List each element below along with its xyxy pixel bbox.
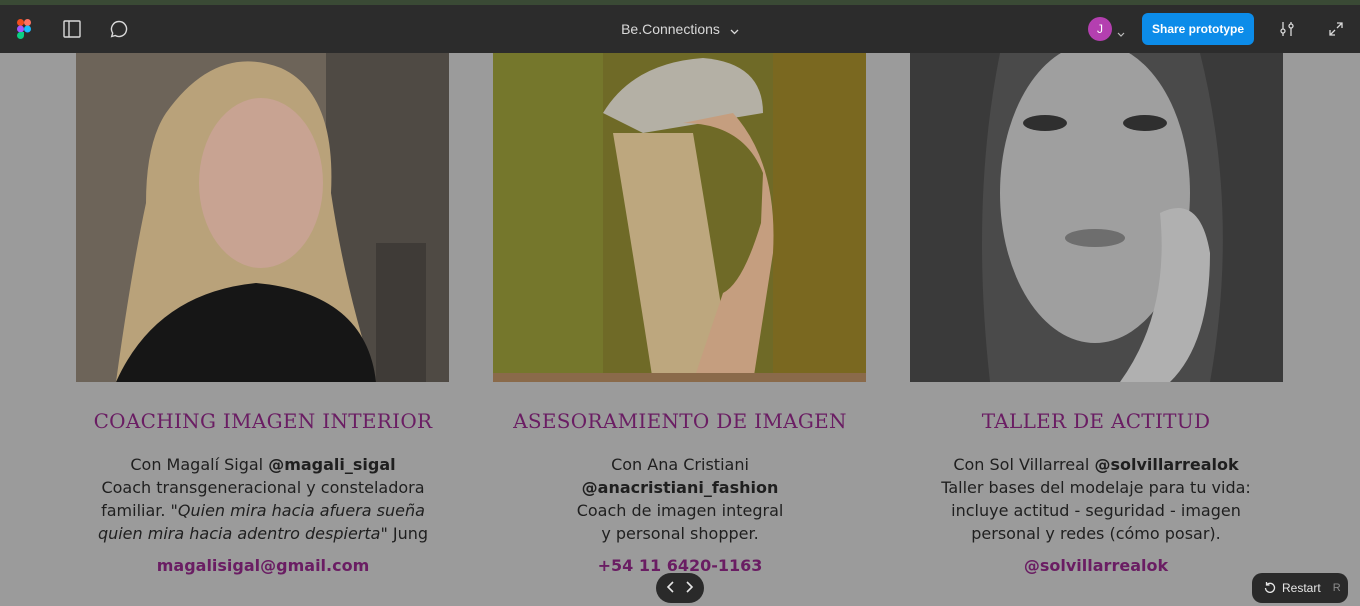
chevron-down-icon[interactable] (1117, 23, 1125, 42)
figma-logo-icon[interactable] (12, 17, 36, 41)
body-text: Con Magalí Sigal (130, 455, 269, 474)
body-text: familiar. (101, 501, 171, 520)
quote-text: quien mira hacia adentro despierta" (97, 524, 388, 543)
email-link[interactable]: magalisigal@gmail.com (53, 556, 473, 575)
body-text: Con Sol Villarreal (953, 455, 1095, 474)
restart-shortcut-key: R (1332, 582, 1341, 594)
restart-button[interactable]: Restart R (1252, 573, 1348, 603)
card-title-coaching: COACHING IMAGEN INTERIOR (93, 409, 433, 433)
prototype-nav-controls (656, 573, 704, 603)
file-title-dropdown[interactable]: Be.Connections (600, 19, 760, 39)
restart-label: Restart (1282, 581, 1321, 595)
restart-icon (1264, 581, 1276, 596)
expand-icon[interactable] (1324, 17, 1348, 41)
sidebar-toggle-icon[interactable] (60, 17, 84, 41)
user-avatar[interactable]: J (1088, 17, 1112, 41)
instagram-handle: @anacristiani_fashion (581, 478, 779, 497)
instagram-link[interactable]: @solvillarrealok (886, 556, 1306, 575)
portrait-photo-magali (76, 53, 449, 382)
chevron-right-icon[interactable] (684, 579, 694, 598)
card-body-coaching: Con Magalí Sigal @magali_sigal Coach tra… (53, 453, 473, 545)
share-prototype-button[interactable]: Share prototype (1142, 13, 1254, 45)
comment-icon[interactable] (107, 17, 131, 41)
instagram-handle: @magali_sigal (268, 455, 396, 474)
body-text: Jung (387, 524, 429, 543)
body-text: incluye actitud - seguridad - imagen (951, 501, 1241, 520)
body-text: personal y redes (cómo posar). (971, 524, 1221, 543)
body-text: y personal shopper. (601, 524, 759, 543)
body-text: Taller bases del modelaje para tu vida: (941, 478, 1251, 497)
card-title-asesoramiento: ASESORAMIENTO DE IMAGEN (513, 409, 847, 433)
portrait-photo-sol (910, 53, 1283, 382)
prototype-toolbar: Be.Connections J Share prototype (0, 5, 1360, 53)
chevron-left-icon[interactable] (666, 579, 676, 598)
body-text: Coach transgeneracional y consteladora (101, 478, 425, 497)
card-body-asesoramiento: Con Ana Cristiani @anacristiani_fashion … (470, 453, 890, 545)
body-text: Coach de imagen integral (576, 501, 784, 520)
prototype-canvas: COACHING IMAGEN INTERIOR Con Magalí Siga… (0, 53, 1360, 606)
card-title-taller: TALLER DE ACTITUD (981, 409, 1211, 433)
body-text: Con Ana Cristiani (611, 455, 749, 474)
portrait-photo-ana (493, 53, 866, 382)
settings-sliders-icon[interactable] (1275, 17, 1299, 41)
file-title: Be.Connections (621, 21, 720, 37)
quote-text: "Quien mira hacia afuera sueña (170, 501, 425, 520)
avatar-initial: J (1097, 22, 1103, 36)
card-body-taller: Con Sol Villarreal @solvillarrealok Tall… (886, 453, 1306, 545)
instagram-handle: @solvillarrealok (1094, 455, 1239, 474)
chevron-down-icon (730, 20, 739, 39)
